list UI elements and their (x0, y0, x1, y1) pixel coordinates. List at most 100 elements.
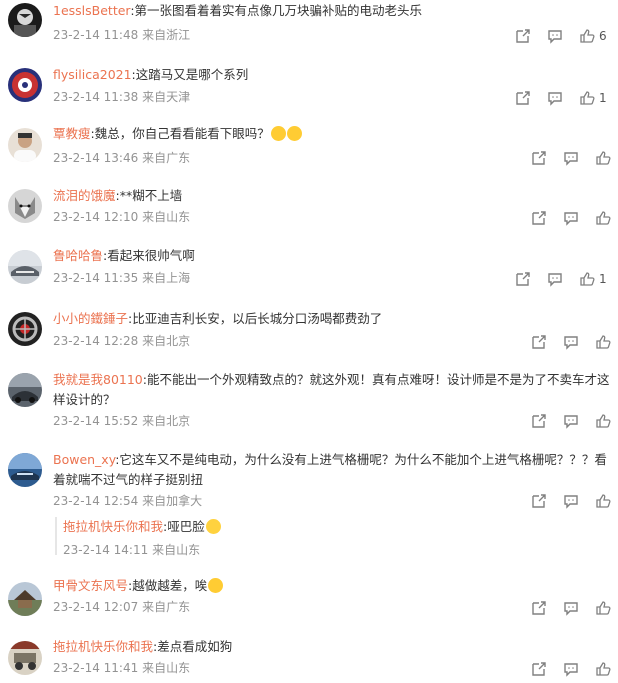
reply-divider (55, 517, 57, 555)
username-link[interactable]: 拖拉机快乐你和我 (53, 639, 153, 654)
comment-meta: 23-2-14 13:46 来自广东 (53, 149, 190, 167)
timestamp: 23-2-14 12:10 (53, 210, 139, 224)
timestamp: 23-2-14 12:28 (53, 334, 139, 348)
thumbs-up-icon (579, 90, 595, 106)
thumbs-up-icon (595, 210, 611, 226)
avatar[interactable] (8, 373, 42, 407)
avatar[interactable] (8, 189, 42, 223)
comment-button[interactable] (547, 89, 563, 107)
comment-button[interactable] (563, 660, 579, 678)
username-link[interactable]: 我就是我80110 (53, 372, 143, 387)
thumbs-up-icon (595, 493, 611, 509)
avatar[interactable] (8, 582, 42, 616)
comment-button[interactable] (563, 599, 579, 617)
like-button[interactable] (595, 412, 611, 430)
like-button[interactable] (595, 492, 611, 510)
share-button[interactable] (531, 660, 547, 678)
comment-button[interactable] (563, 333, 579, 351)
crying-emoji-icon (286, 126, 302, 141)
comment-body: Bowen_xy:它这车又不是纯电动，为什么没有上进气格栅呢？为什么不能加个上进… (53, 450, 610, 490)
comment-button[interactable] (563, 209, 579, 227)
username-link[interactable]: flysilica2021 (53, 67, 132, 82)
comment-icon (563, 413, 579, 429)
timestamp: 23-2-14 12:07 (53, 600, 139, 614)
comment-meta: 23-2-14 12:54 来自加拿大 (53, 492, 202, 510)
location: 来自广东 (142, 151, 191, 165)
location: 来自山东 (142, 661, 191, 675)
username-link[interactable]: Bowen_xy (53, 452, 115, 467)
comment-text: :看起来很帅气啊 (103, 248, 195, 263)
comment-meta: 23-2-14 11:41 来自山东 (53, 659, 190, 677)
timestamp: 23-2-14 14:11 (63, 543, 149, 557)
share-button[interactable] (531, 412, 547, 430)
avatar[interactable] (8, 3, 42, 37)
location: 来自浙江 (142, 28, 191, 42)
comment-text: :这踏马又是哪个系列 (131, 67, 249, 82)
thumbs-up-icon (595, 661, 611, 677)
avatar[interactable] (8, 312, 42, 346)
like-count: 1 (599, 272, 607, 286)
like-button[interactable] (595, 333, 611, 351)
comment-icon (563, 334, 579, 350)
comment-button[interactable] (563, 492, 579, 510)
comment-actions: 6 (500, 27, 612, 45)
share-icon (515, 28, 531, 44)
comment-button[interactable] (547, 270, 563, 288)
share-button[interactable] (531, 333, 547, 351)
like-button[interactable] (595, 660, 611, 678)
comment-icon (563, 210, 579, 226)
username-link[interactable]: 小小的鐵錘子 (53, 311, 128, 326)
username-link[interactable]: 覃教瘦 (53, 126, 91, 141)
comment-body: 甲骨文东风号:越做越差，唉 (53, 576, 610, 596)
like-button[interactable] (595, 209, 611, 227)
comment-body: 1esslsBetter:第一张图看着着实有点像几万块骗补贴的电动老头乐 (53, 1, 610, 21)
like-count: 1 (599, 91, 607, 105)
share-button[interactable] (531, 599, 547, 617)
timestamp: 23-2-14 12:54 (53, 494, 139, 508)
timestamp: 23-2-14 11:35 (53, 271, 139, 285)
comment-actions (500, 412, 612, 430)
like-button[interactable] (595, 599, 611, 617)
comment-button[interactable] (563, 412, 579, 430)
username-link[interactable]: 拖拉机快乐你和我 (63, 519, 163, 534)
location: 来自天津 (142, 90, 191, 104)
avatar[interactable] (8, 641, 42, 675)
share-button[interactable] (515, 27, 531, 45)
comment-icon (563, 150, 579, 166)
comment-text: :它这车又不是纯电动，为什么没有上进气格栅呢？为什么不能加个上进气格栅呢？？？看… (53, 452, 607, 487)
comment-meta: 23-2-14 11:35 来自上海 (53, 269, 190, 287)
username-link[interactable]: 流泪的饿魔 (53, 188, 116, 203)
comment-meta: 23-2-14 15:52 来自北京 (53, 412, 190, 430)
avatar[interactable] (8, 128, 42, 162)
username-link[interactable]: 鲁哈哈鲁 (53, 248, 103, 263)
comment-button[interactable] (547, 27, 563, 45)
like-button[interactable]: 1 (579, 270, 607, 288)
timestamp: 23-2-14 11:38 (53, 90, 139, 104)
comment-icon (563, 600, 579, 616)
share-button[interactable] (515, 89, 531, 107)
share-button[interactable] (515, 270, 531, 288)
share-button[interactable] (531, 149, 547, 167)
like-button[interactable] (595, 149, 611, 167)
comment-icon (547, 28, 563, 44)
share-button[interactable] (531, 492, 547, 510)
avatar[interactable] (8, 250, 42, 284)
share-icon (515, 90, 531, 106)
comment-meta: 23-2-14 11:38 来自天津 (53, 88, 190, 106)
like-button[interactable]: 1 (579, 89, 607, 107)
thumbs-up-icon (595, 413, 611, 429)
comment-icon (563, 493, 579, 509)
reply-meta: 23-2-14 14:11 来自山东 (63, 541, 200, 559)
comment-meta: 23-2-14 12:28 来自北京 (53, 332, 190, 350)
username-link[interactable]: 甲骨文东风号 (53, 578, 128, 593)
comment-button[interactable] (563, 149, 579, 167)
share-button[interactable] (531, 209, 547, 227)
like-button[interactable]: 6 (579, 27, 607, 45)
avatar[interactable] (8, 453, 42, 487)
avatar[interactable] (8, 68, 42, 102)
comment-actions (500, 333, 612, 351)
comment-text: :比亚迪吉利长安，以后长城分口汤喝都费劲了 (128, 311, 383, 326)
thumbs-up-icon (595, 334, 611, 350)
username-link[interactable]: 1esslsBetter (53, 3, 130, 18)
comment-text: :越做越差，唉 (128, 578, 208, 593)
